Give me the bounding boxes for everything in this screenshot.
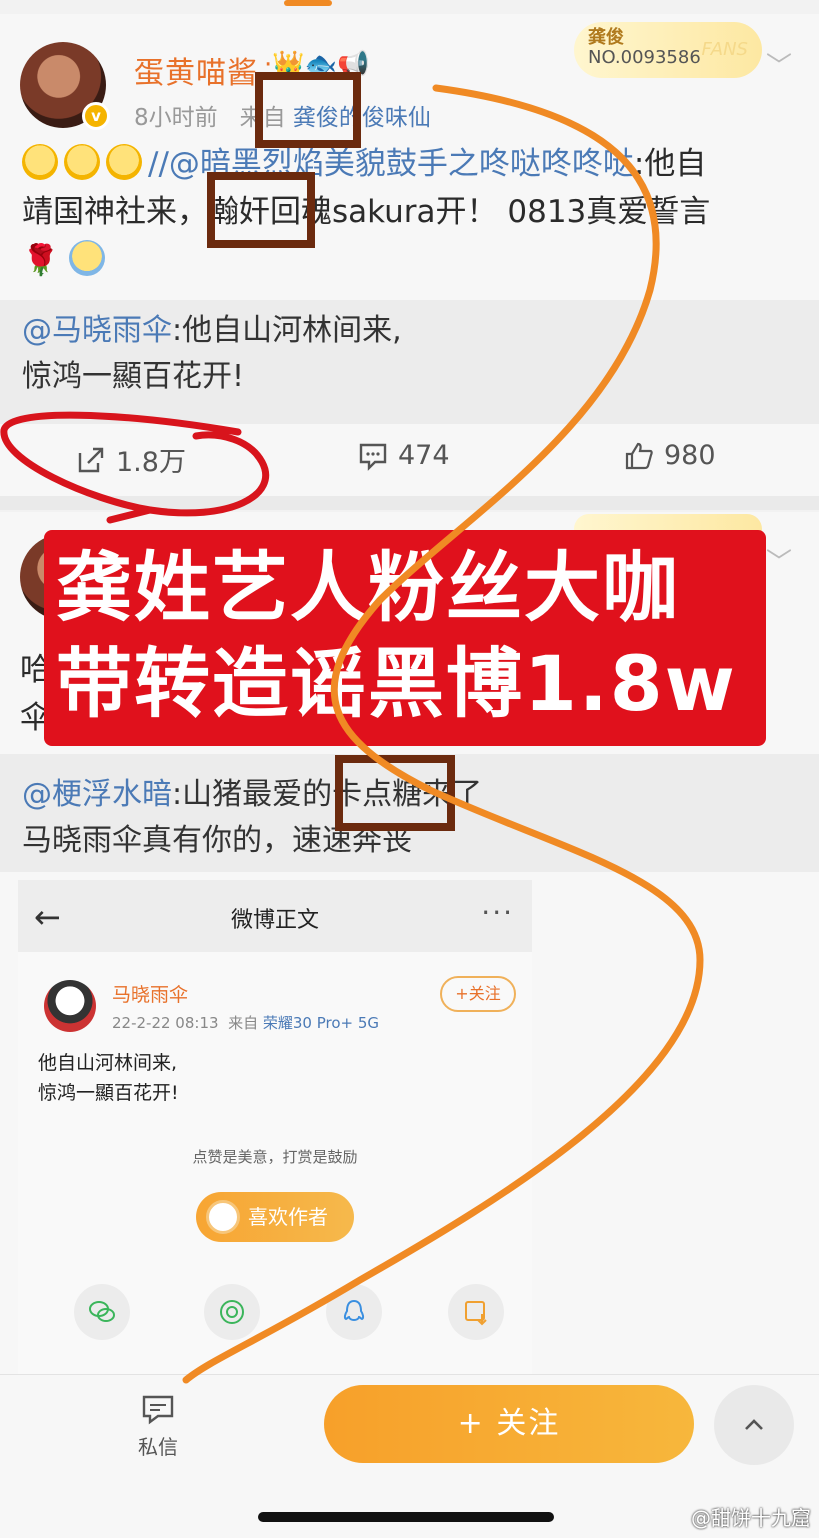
highlight-box-phrase	[335, 755, 455, 831]
save-image-button[interactable]	[448, 1284, 504, 1340]
rose-emoji-icon: 🌹	[22, 243, 60, 278]
qq-share-button[interactable]	[326, 1284, 382, 1340]
repost-icon	[78, 447, 104, 472]
banner-line2: 带转造谣黑博1.8w	[56, 639, 737, 728]
like-count: 980	[664, 440, 716, 471]
quoted-post[interactable]: @马晓雨伞:他自山河林间来, 惊鸿一顯百花开!	[0, 300, 819, 424]
emoji-icon	[22, 144, 58, 180]
post-time: 8小时前	[134, 105, 218, 131]
fans-badge-label: FANS	[701, 39, 748, 60]
mini-avatar	[206, 1200, 240, 1234]
quote-line1: :他自山河林间来,	[172, 313, 402, 348]
embed-avatar[interactable]	[44, 980, 96, 1032]
scroll-top-button[interactable]	[714, 1385, 794, 1465]
embed-user-name[interactable]: 马晓雨伞	[112, 980, 188, 1007]
quote-line2: 惊鸿一顯百花开!	[22, 359, 245, 394]
highlight-box-word	[207, 172, 315, 248]
quoted-text: @马晓雨伞:他自山河林间来, 惊鸿一顯百花开!	[22, 308, 789, 400]
watermark: @甜饼十九窟	[691, 1506, 811, 1530]
embed-line1: 他自山河林间来,	[38, 1052, 178, 1074]
comment-count: 474	[398, 440, 450, 471]
emoji-icon	[64, 144, 100, 180]
thumbs-up-icon	[625, 442, 653, 469]
banner-line1: 龚姓艺人粉丝大咖	[56, 543, 680, 632]
moments-icon	[220, 1300, 244, 1324]
crying-emoji-icon	[69, 240, 106, 276]
post-body-line1: :他自	[633, 146, 707, 182]
embedded-screenshot: ← 微博正文 ··· 马晓雨伞 22-2-22 08:13 来自 荣耀30 Pr…	[18, 880, 532, 1380]
like-button[interactable]: 980	[624, 440, 716, 471]
wechat-icon	[89, 1301, 115, 1322]
repost-button[interactable]: 1.8万	[76, 440, 186, 479]
quote-mention[interactable]: @梗浮水暗	[22, 777, 172, 812]
like-author-label: 喜欢作者	[248, 1205, 328, 1229]
chevron-down-icon[interactable]: ﹀	[766, 542, 792, 579]
chevron-down-icon[interactable]: ﹀	[766, 46, 792, 83]
embed-header: ← 微博正文 ···	[18, 880, 532, 952]
embed-title: 微博正文	[230, 908, 319, 933]
embed-source-prefix: 来自	[228, 1014, 259, 1032]
wechat-share-button[interactable]	[74, 1284, 130, 1340]
embed-time: 22-2-22 08:13	[112, 1014, 219, 1032]
reward-hint: 点赞是美意，打赏是鼓励	[192, 1148, 358, 1166]
highlight-box-source	[255, 72, 361, 148]
user-name[interactable]: 蛋黄喵酱	[134, 48, 258, 92]
dm-label: 私信	[138, 1435, 178, 1459]
embed-source[interactable]: 荣耀30 Pro+ 5G	[263, 1014, 379, 1032]
tab-indicator	[284, 0, 332, 6]
embed-line2: 惊鸿一顯百花开!	[38, 1082, 179, 1104]
emoji-icon	[106, 144, 142, 180]
quote-mention[interactable]: @马晓雨伞	[22, 313, 172, 348]
verified-badge-icon: v	[82, 102, 110, 130]
weibo-post-1[interactable]: v 蛋黄喵酱 ·👑🐟📢 8小时前 来自 龚俊的俊味仙 龚俊 NO.0093586…	[0, 14, 819, 496]
weibo-screenshot: v 蛋黄喵酱 ·👑🐟📢 8小时前 来自 龚俊的俊味仙 龚俊 NO.0093586…	[0, 0, 819, 1538]
moments-share-button[interactable]	[204, 1284, 260, 1340]
like-author-button[interactable]: 喜欢作者	[196, 1192, 354, 1242]
qq-icon	[343, 1299, 365, 1321]
comment-button[interactable]: 474	[358, 440, 450, 471]
more-icon[interactable]: ···	[481, 896, 514, 929]
comment-icon	[359, 443, 387, 471]
message-icon	[142, 1395, 174, 1425]
embed-follow-button[interactable]: +关注	[440, 976, 516, 1012]
direct-message-button[interactable]: 私信	[134, 1391, 182, 1460]
fans-badge[interactable]: 龚俊 NO.0093586 FANS	[574, 22, 762, 78]
post-body: //@暗黑烈焰美貌鼓手之咚哒咚咚哒:他自 靖国神社来，瀚奸回魂sakura开！ …	[22, 140, 789, 285]
avatar[interactable]: v	[20, 42, 110, 130]
image-download-icon	[465, 1301, 487, 1326]
action-bar: 1.8万 474 980	[0, 424, 819, 494]
overlay-banner: 龚姓艺人粉丝大咖 带转造谣黑博1.8w	[44, 530, 766, 746]
post-body-line2: 靖国神社来，瀚奸回魂sakura开！ 0813真爱誓言	[22, 194, 711, 230]
share-row	[18, 1284, 532, 1344]
embed-body: 他自山河林间来, 惊鸿一顯百花开!	[38, 1048, 179, 1108]
embed-meta: 22-2-22 08:13 来自 荣耀30 Pro+ 5G	[112, 1012, 379, 1033]
post-divider	[0, 496, 819, 510]
repost-count: 1.8万	[116, 447, 186, 478]
chevron-up-icon	[745, 1419, 763, 1430]
follow-button[interactable]: + 关注	[324, 1385, 694, 1463]
home-indicator	[258, 1512, 554, 1522]
